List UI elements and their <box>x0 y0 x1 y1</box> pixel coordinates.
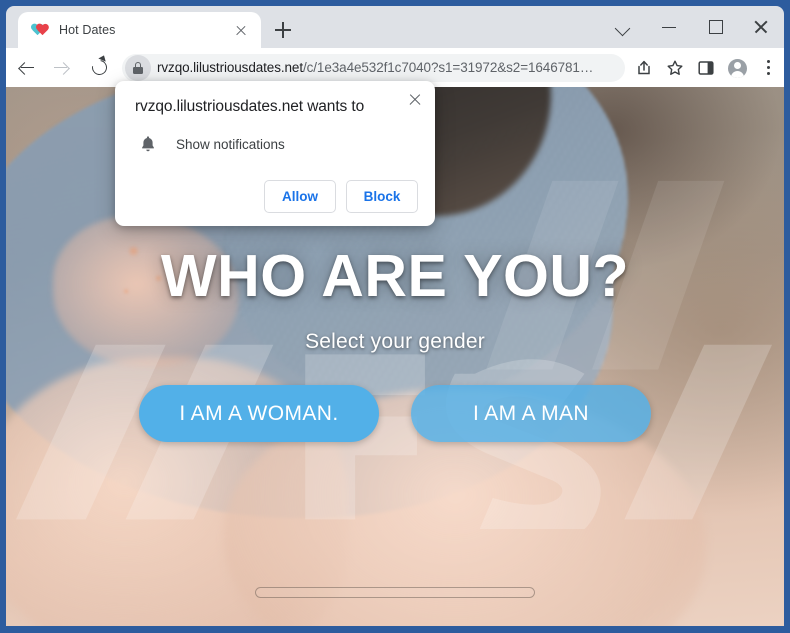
allow-button[interactable]: Allow <box>264 180 336 214</box>
back-button[interactable] <box>12 53 42 83</box>
three-dot-menu-icon[interactable] <box>753 53 783 83</box>
page-title: WHO ARE YOU? <box>160 243 630 309</box>
minimize-button[interactable] <box>646 6 692 48</box>
chevron-down-icon[interactable] <box>600 6 646 48</box>
address-bar[interactable]: rvzqo.lilustriousdates.net/c/1e3a4e532f1… <box>122 53 625 82</box>
permission-label: Show notifications <box>176 136 285 152</box>
block-button[interactable]: Block <box>346 180 418 214</box>
side-panel-icon[interactable] <box>691 53 721 83</box>
browser-window: Hot Dates rvzqo.lilustriousdates.net/c/1… <box>0 0 790 633</box>
bottom-progress-bar <box>255 587 535 598</box>
tab-close-icon[interactable] <box>231 20 251 40</box>
gender-choice-group: I AM A WOMAN. I AM A MAN <box>6 385 784 442</box>
url-path: /c/1e3a4e532f1c7040?s1=31972&s2=1646781… <box>302 60 594 75</box>
maximize-button[interactable] <box>692 6 738 48</box>
page-subtitle: Select your gender <box>305 330 485 353</box>
star-icon[interactable] <box>660 53 690 83</box>
url-host: rvzqo.lilustriousdates.net <box>157 60 303 75</box>
permission-row: Show notifications <box>135 134 418 154</box>
reload-button[interactable] <box>84 53 114 83</box>
forward-button <box>48 53 78 83</box>
browser-tab[interactable]: Hot Dates <box>18 12 261 48</box>
dialog-close-icon[interactable] <box>403 88 427 112</box>
choose-woman-button[interactable]: I AM A WOMAN. <box>139 385 379 442</box>
share-icon[interactable] <box>629 53 659 83</box>
lock-icon[interactable] <box>125 54 151 81</box>
dialog-actions: Allow Block <box>135 180 418 214</box>
split-heart-icon <box>31 22 48 39</box>
window-controls <box>600 6 784 48</box>
bell-icon <box>138 134 158 154</box>
dialog-title: rvzqo.lilustriousdates.net wants to <box>135 98 365 115</box>
tab-title: Hot Dates <box>59 23 116 37</box>
notification-permission-dialog: rvzqo.lilustriousdates.net wants to Show… <box>115 81 435 227</box>
tab-strip: Hot Dates <box>6 6 784 48</box>
choose-man-button[interactable]: I AM A MAN <box>411 385 651 442</box>
close-window-button[interactable] <box>738 6 784 48</box>
profile-avatar-icon[interactable] <box>722 53 752 83</box>
new-tab-button[interactable] <box>272 19 294 41</box>
url-text: rvzqo.lilustriousdates.net/c/1e3a4e532f1… <box>157 60 593 75</box>
